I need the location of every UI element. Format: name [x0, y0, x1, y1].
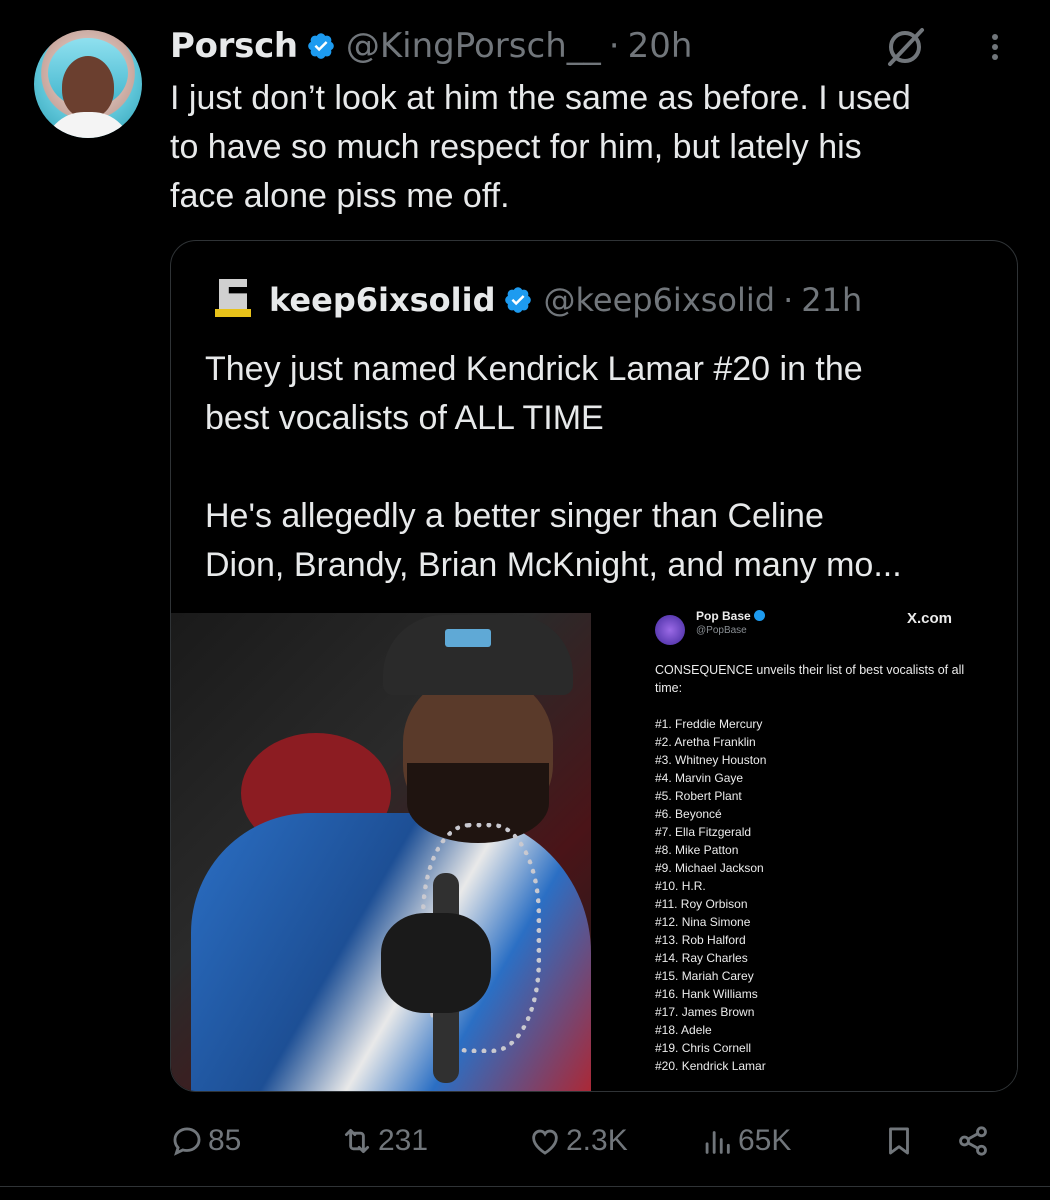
vocalist-list-item: #17. James Brown: [655, 1005, 755, 1019]
repost-button[interactable]: 231: [340, 1112, 428, 1170]
tweet-header: Porsch @KingPorsch__ · 20h: [170, 22, 692, 70]
popbase-handle: @PopBase: [696, 625, 747, 636]
quote-author-name[interactable]: keep6ixsolid: [269, 281, 495, 319]
separator-dot: ·: [608, 26, 620, 66]
vocalist-list-item: #11. Roy Orbison: [655, 897, 748, 911]
vocalist-list-item: #12. Nina Simone: [655, 915, 751, 929]
share-icon: [959, 1126, 987, 1156]
share-button[interactable]: [956, 1112, 994, 1170]
author-handle[interactable]: @KingPorsch__: [346, 26, 601, 66]
quote-header: keep6ixsolid @keep6ixsolid · 21h: [215, 279, 862, 321]
quote-text: They just named Kendrick Lamar #20 in th…: [205, 350, 902, 584]
reply-button[interactable]: 85: [170, 1112, 241, 1170]
kendrick-photo[interactable]: [171, 613, 591, 1091]
vocalist-list-item: #19. Chris Cornell: [655, 1041, 752, 1055]
vocalist-list-item: #13. Rob Halford: [655, 933, 746, 947]
repost-count: 231: [378, 1124, 429, 1157]
quote-author-avatar[interactable]: [215, 279, 251, 321]
popbase-screenshot: Pop Base @PopBase X.com CONSEQUENCE unve…: [591, 609, 1017, 1091]
author-avatar[interactable]: [34, 30, 142, 138]
author-name[interactable]: Porsch: [170, 26, 298, 66]
views-icon: [705, 1131, 730, 1154]
action-bar: 85 231 2.3K 65K: [170, 1112, 1020, 1170]
views-button[interactable]: 65K: [700, 1112, 791, 1170]
vocalist-list-item: #14. Ray Charles: [655, 951, 748, 965]
quote-time[interactable]: 21h: [801, 281, 862, 319]
repost-icon: [344, 1128, 370, 1154]
vocalist-list-item: #2. Aretha Franklin: [655, 735, 756, 749]
grok-icon[interactable]: [882, 24, 928, 70]
tweet-text: I just don’t look at him the same as bef…: [170, 79, 911, 215]
divider: [0, 1186, 1050, 1187]
vocalist-list-item: #16. Hank Williams: [655, 987, 758, 1001]
vocalist-list-item: #4. Marvin Gaye: [655, 771, 744, 785]
quote-media[interactable]: Pop Base @PopBase X.com CONSEQUENCE unve…: [171, 609, 1017, 1091]
vocalist-list-item: #7. Ella Fitzgerald: [655, 825, 752, 839]
vocalist-list-item: #8. Mike Patton: [655, 843, 739, 857]
vocalist-list-item: #5. Robert Plant: [655, 789, 742, 803]
avatar-face: [62, 56, 114, 118]
views-count: 65K: [738, 1124, 792, 1157]
reply-icon: [173, 1127, 201, 1156]
vocalist-list-item: #15. Mariah Carey: [655, 969, 754, 983]
vocalist-list-item: #3. Whitney Houston: [655, 753, 767, 767]
vocalist-list-item: #1. Freddie Mercury: [655, 717, 763, 731]
vocalist-list-item: #6. Beyoncé: [655, 807, 722, 821]
like-icon: [532, 1129, 558, 1155]
popbase-avatar: [655, 615, 685, 645]
vocalist-list-item: #9. Michael Jackson: [655, 861, 764, 875]
tweet-time[interactable]: 20h: [628, 26, 693, 66]
reply-count: 85: [208, 1124, 242, 1157]
vocalists-list: #1. Freddie Mercury #2. Aretha Franklin #3…: [655, 715, 766, 1075]
like-count: 2.3K: [566, 1124, 628, 1157]
verified-badge-icon: [753, 610, 765, 621]
quoted-tweet[interactable]: keep6ixsolid @keep6ixsolid · 21h They ju…: [170, 240, 1018, 1092]
popbase-intro: CONSEQUENCE unveils their list of best v…: [655, 663, 965, 695]
avatar-shirt: [44, 112, 132, 138]
like-button[interactable]: 2.3K: [528, 1112, 628, 1170]
popbase-name: Pop Base: [696, 609, 751, 623]
verified-badge-icon: [308, 33, 334, 59]
quote-author-handle[interactable]: @keep6ixsolid: [543, 281, 775, 319]
bookmark-icon: [889, 1127, 909, 1155]
vocalist-list-item: #20. Kendrick Lamar: [655, 1059, 766, 1073]
separator-dot: ·: [783, 281, 794, 319]
popbase-name-row: Pop Base: [696, 609, 765, 623]
more-options-icon[interactable]: [980, 30, 1010, 70]
vocalist-list-item: #10. H.R.: [655, 879, 706, 893]
vocalist-list-item: #18. Adele: [655, 1023, 712, 1037]
popbase-site-label: X.com: [907, 610, 953, 627]
verified-badge-icon: [505, 287, 532, 313]
bookmark-button[interactable]: [882, 1112, 920, 1170]
